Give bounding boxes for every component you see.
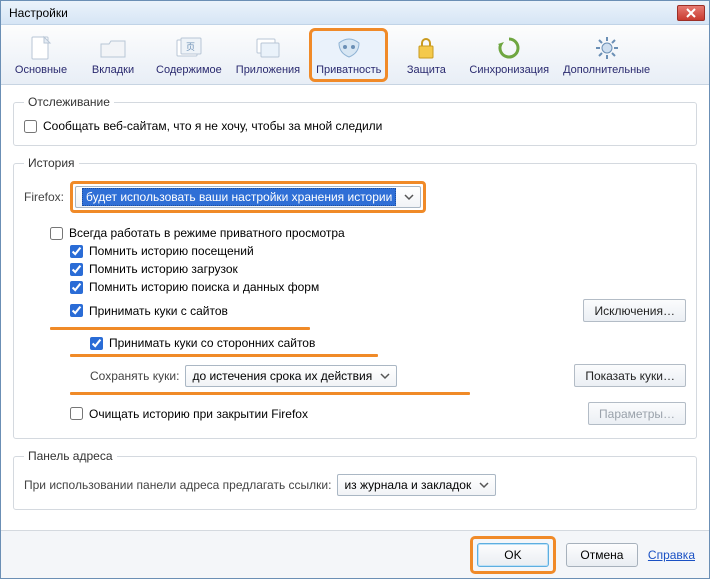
tab-security[interactable]: Защита: [392, 30, 460, 80]
locationbar-suggest-dropdown[interactable]: из журнала и закладок: [337, 474, 496, 496]
lock-icon: [397, 34, 455, 62]
highlight-marker: OK: [470, 536, 556, 574]
highlight-marker: [70, 392, 470, 395]
do-not-track-checkbox[interactable]: Сообщать веб-сайтам, что я не хочу, чтоб…: [24, 117, 686, 135]
close-icon: [686, 8, 696, 18]
windows-icon: [236, 34, 300, 62]
section-history: История Firefox: будет использовать ваши…: [13, 156, 697, 439]
tab-privacy[interactable]: Приватность: [309, 28, 388, 82]
gear-icon: [563, 34, 650, 62]
tab-content[interactable]: 页 Содержимое: [151, 30, 227, 80]
tab-advanced[interactable]: Дополнительные: [558, 30, 655, 80]
tab-applications[interactable]: Приложения: [231, 30, 305, 80]
remember-downloads-checkbox[interactable]: Помнить историю загрузок: [24, 260, 686, 278]
chevron-down-icon: [402, 190, 416, 204]
mask-icon: [316, 34, 381, 62]
accept-third-party-cookies-checkbox[interactable]: Принимать куки со сторонних сайтов: [24, 334, 686, 352]
window-close-button[interactable]: [677, 5, 705, 21]
chevron-down-icon: [378, 369, 392, 383]
svg-text:页: 页: [186, 42, 195, 52]
highlight-marker: будет использовать ваши настройки хранен…: [70, 181, 426, 213]
accept-cookies-checkbox[interactable]: Принимать куки с сайтов: [70, 304, 228, 318]
window-title: Настройки: [9, 6, 677, 20]
cancel-button[interactable]: Отмена: [566, 543, 638, 567]
tab-sync[interactable]: Синхронизация: [464, 30, 554, 80]
remember-search-form-checkbox[interactable]: Помнить историю поиска и данных форм: [24, 278, 686, 296]
document-icon: [12, 34, 70, 62]
always-private-checkbox[interactable]: Всегда работать в режиме приватного прос…: [24, 224, 686, 242]
highlight-marker: [70, 354, 378, 357]
settings-window: Настройки Основные Вкладки 页 Содержимое: [0, 0, 710, 579]
clear-on-close-settings-button: Параметры…: [588, 402, 686, 425]
category-toolbar: Основные Вкладки 页 Содержимое Приложения…: [1, 25, 709, 85]
section-tracking: Отслеживание Сообщать веб-сайтам, что я …: [13, 95, 697, 146]
firefox-mode-label: Firefox:: [24, 190, 64, 204]
tab-tabs[interactable]: Вкладки: [79, 30, 147, 80]
section-history-legend: История: [24, 156, 79, 170]
show-cookies-button[interactable]: Показать куки…: [574, 364, 686, 387]
history-mode-dropdown[interactable]: будет использовать ваши настройки хранен…: [75, 186, 421, 208]
content-pane: Отслеживание Сообщать веб-сайтам, что я …: [1, 85, 709, 530]
clear-on-close-checkbox[interactable]: Очищать историю при закрытии Firefox: [70, 407, 308, 421]
content-icon: 页: [156, 34, 222, 62]
cookies-exceptions-button[interactable]: Исключения…: [583, 299, 686, 322]
sync-icon: [469, 34, 549, 62]
remember-browsing-checkbox[interactable]: Помнить историю посещений: [24, 242, 686, 260]
ok-button[interactable]: OK: [477, 543, 549, 567]
tab-general[interactable]: Основные: [7, 30, 75, 80]
suggest-label: При использовании панели адреса предлага…: [24, 478, 331, 492]
section-locationbar: Панель адреса При использовании панели а…: [13, 449, 697, 510]
keep-cookies-dropdown[interactable]: до истечения срока их действия: [185, 365, 397, 387]
section-tracking-legend: Отслеживание: [24, 95, 114, 109]
titlebar: Настройки: [1, 1, 709, 25]
folder-icon: [84, 34, 142, 62]
section-locationbar-legend: Панель адреса: [24, 449, 117, 463]
highlight-marker: [50, 327, 310, 330]
keep-cookies-label: Сохранять куки:: [90, 369, 179, 383]
chevron-down-icon: [477, 478, 491, 492]
dialog-footer: OK Отмена Справка: [1, 530, 709, 578]
help-link[interactable]: Справка: [648, 548, 695, 562]
